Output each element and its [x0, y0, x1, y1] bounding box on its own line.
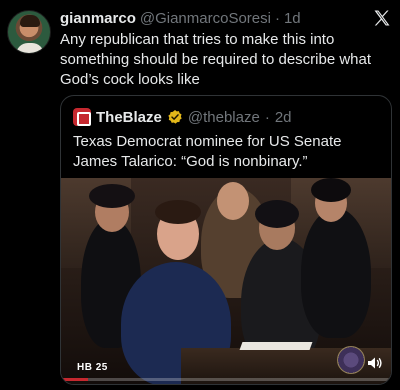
timestamp[interactable]: 1d — [284, 10, 301, 27]
avatar[interactable] — [7, 10, 51, 54]
quoted-display-name[interactable]: TheBlaze — [96, 109, 162, 126]
seal-icon — [337, 346, 365, 374]
gold-verified-icon — [168, 110, 182, 124]
x-logo-icon[interactable] — [372, 8, 392, 28]
volume-icon[interactable] — [367, 356, 383, 370]
person-hair — [255, 200, 299, 228]
display-name[interactable]: gianmarco — [60, 10, 136, 27]
person-hair — [311, 178, 351, 202]
video-badge: HB 25 — [77, 362, 108, 373]
video-player[interactable]: HB 25 — [61, 178, 391, 384]
quoted-tweet-header: TheBlaze @theblaze · 2d — [73, 106, 292, 128]
quoted-timestamp[interactable]: 2d — [275, 109, 292, 126]
quoted-tweet-text: Texas Democrat nominee for US Senate Jam… — [73, 133, 342, 170]
quoted-user-handle[interactable]: @theblaze — [188, 109, 260, 126]
tweet[interactable]: gianmarco @GianmarcoSoresi · 1d Any repu… — [0, 0, 400, 390]
theblaze-logo-icon[interactable] — [73, 108, 91, 126]
video-progress-fill — [61, 378, 88, 381]
person-silhouette — [301, 208, 371, 338]
person-head — [217, 182, 249, 220]
user-handle[interactable]: @GianmarcoSoresi — [140, 10, 271, 27]
tweet-header: gianmarco @GianmarcoSoresi · 1d — [60, 8, 301, 28]
separator-dot: · — [274, 9, 280, 27]
speaker-hair — [155, 200, 201, 224]
quoted-separator-dot: · — [264, 108, 270, 126]
quoted-tweet-card[interactable]: TheBlaze @theblaze · 2d Texas Democrat n… — [60, 95, 392, 385]
video-progress-track[interactable] — [61, 378, 391, 381]
papers — [239, 342, 313, 350]
person-hair — [89, 184, 135, 208]
avatar-shirt — [16, 43, 44, 53]
avatar-hair — [20, 15, 40, 27]
tweet-text: Any republican that tries to make this i… — [60, 31, 372, 88]
